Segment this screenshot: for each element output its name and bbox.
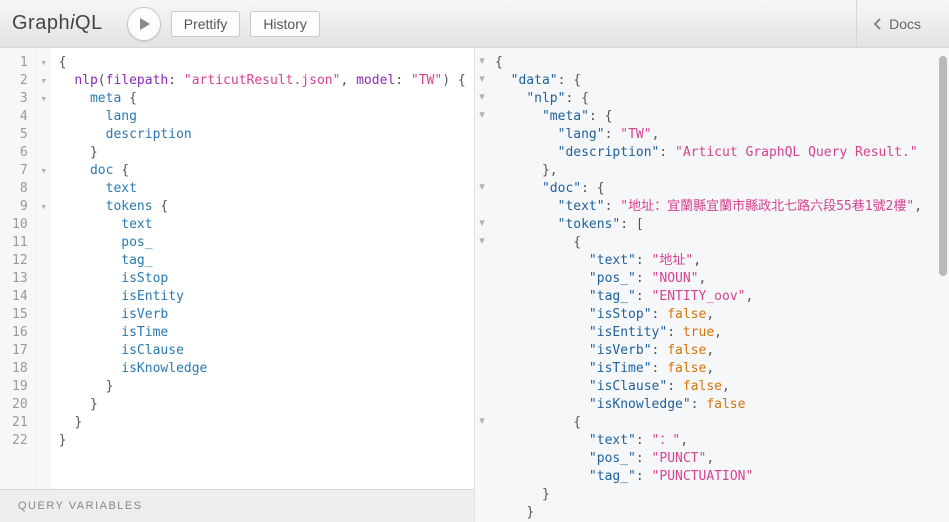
result-fold-gutter: ▾▾▾▾▾▾▾▾ xyxy=(475,48,489,522)
result-pane: ▾▾▾▾▾▾▾▾ { "data": { "nlp": { "meta": { … xyxy=(475,48,949,522)
execute-button[interactable] xyxy=(127,7,161,41)
scrollbar[interactable] xyxy=(937,48,947,522)
prettify-button[interactable]: Prettify xyxy=(171,11,241,37)
history-button[interactable]: History xyxy=(250,11,320,37)
topbar: GraphiQL Prettify History Docs xyxy=(0,0,949,48)
fold-gutter: ▾▾▾▾▾ xyxy=(37,48,51,489)
logo: GraphiQL xyxy=(12,12,103,35)
query-code[interactable]: { nlp(filepath: "articutResult.json", mo… xyxy=(51,48,474,489)
query-pane: 12345678910111213141516171819202122 ▾▾▾▾… xyxy=(0,48,475,522)
line-gutter: 12345678910111213141516171819202122 xyxy=(0,48,37,489)
result-code[interactable]: { "data": { "nlp": { "meta": { "lang": "… xyxy=(475,48,949,522)
editor-area: 12345678910111213141516171819202122 ▾▾▾▾… xyxy=(0,48,949,522)
scroll-thumb[interactable] xyxy=(939,56,947,276)
play-icon xyxy=(137,17,151,31)
chevron-left-icon xyxy=(873,17,883,31)
docs-toggle[interactable]: Docs xyxy=(856,0,937,47)
query-editor[interactable]: 12345678910111213141516171819202122 ▾▾▾▾… xyxy=(0,48,474,489)
query-variables-toggle[interactable]: Query Variables xyxy=(0,489,474,522)
